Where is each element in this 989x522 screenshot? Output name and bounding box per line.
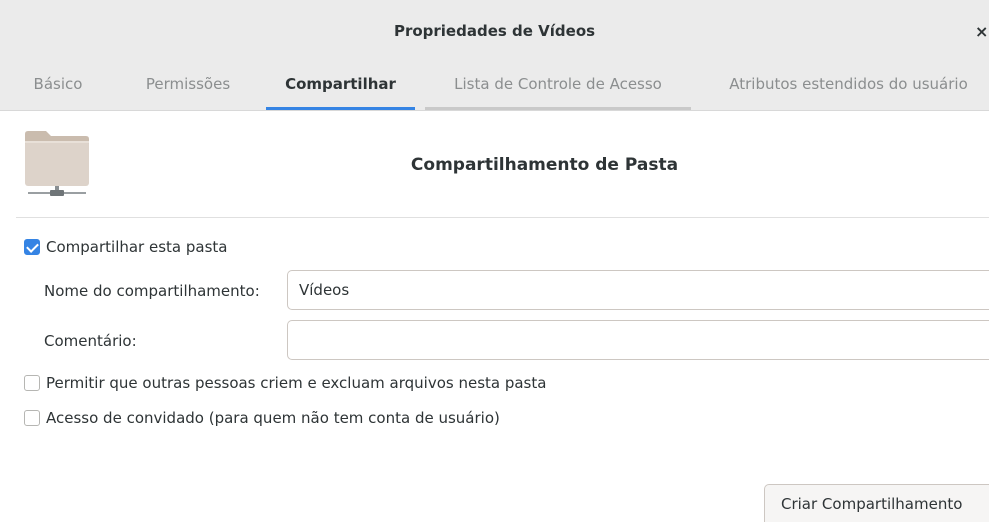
allow-write-checkbox[interactable] <box>24 375 40 391</box>
tab-hover-indicator <box>425 107 691 110</box>
share-name-label: Nome do compartilhamento: <box>44 282 260 300</box>
comment-input[interactable] <box>287 320 989 360</box>
window-title: Propriedades de Vídeos <box>393 22 596 40</box>
tab-basico[interactable]: Básico <box>20 58 96 110</box>
separator <box>16 217 989 218</box>
share-folder-checkbox[interactable] <box>24 239 40 255</box>
allow-write-label: Permitir que outras pessoas criem e excl… <box>46 374 547 392</box>
section-heading: Compartilhamento de Pasta <box>410 155 679 175</box>
create-share-button[interactable]: Criar Compartilhamento <box>764 484 989 522</box>
guest-access-row[interactable]: Acesso de convidado (para quem não tem c… <box>24 408 500 428</box>
tab-bar: Básico Permissões Compartilhar Lista de … <box>0 58 989 111</box>
properties-window: Propriedades de Vídeos × Básico Permissõ… <box>0 0 989 522</box>
share-name-input[interactable] <box>287 270 989 310</box>
comment-label: Comentário: <box>44 332 137 350</box>
header-bar: Propriedades de Vídeos × <box>0 0 989 58</box>
guest-access-checkbox[interactable] <box>24 410 40 426</box>
guest-access-label: Acesso de convidado (para quem não tem c… <box>46 409 500 427</box>
tab-lista-controle-acesso[interactable]: Lista de Controle de Acesso <box>425 58 691 110</box>
allow-write-row[interactable]: Permitir que outras pessoas criem e excl… <box>24 373 546 393</box>
active-tab-indicator <box>266 107 415 110</box>
close-icon[interactable]: × <box>975 22 989 42</box>
tab-permissoes[interactable]: Permissões <box>128 58 248 110</box>
share-folder-label: Compartilhar esta pasta <box>46 238 228 256</box>
tab-atributos-estendidos[interactable]: Atributos estendidos do usuário <box>708 58 989 110</box>
share-folder-row[interactable]: Compartilhar esta pasta <box>24 237 227 257</box>
tab-compartilhar[interactable]: Compartilhar <box>266 58 415 110</box>
